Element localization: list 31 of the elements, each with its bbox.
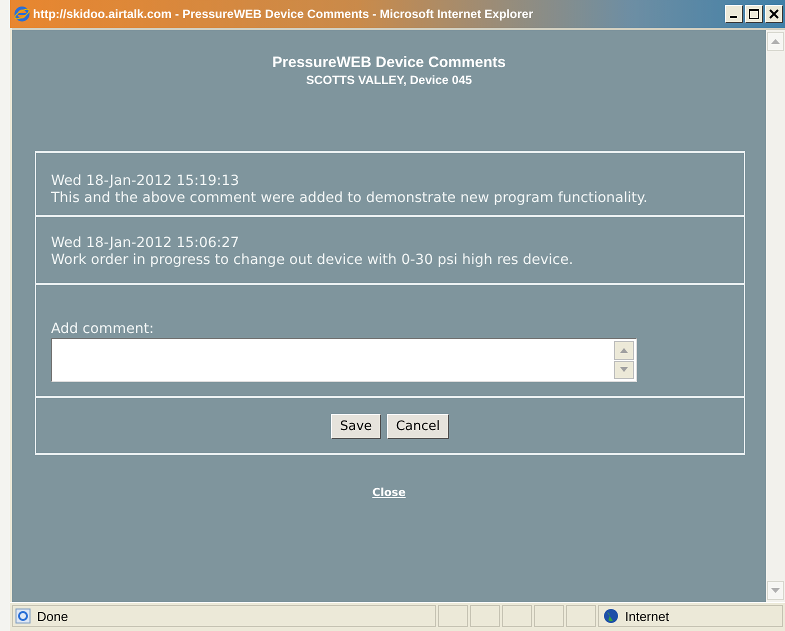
scroll-up-icon[interactable] bbox=[614, 341, 634, 360]
cancel-button[interactable]: Cancel bbox=[386, 414, 449, 439]
status-pane bbox=[534, 605, 564, 627]
comment-timestamp: Wed 18-Jan-2012 15:19:13 bbox=[51, 173, 240, 190]
scroll-up-icon[interactable] bbox=[767, 32, 784, 51]
browser-icon bbox=[14, 6, 30, 22]
comment-text: This and the above comment were added to demonstrate new program functionality. bbox=[51, 190, 649, 207]
page-icon bbox=[15, 608, 31, 624]
close-button[interactable] bbox=[765, 5, 783, 23]
status-pane bbox=[566, 605, 596, 627]
scroll-down-icon[interactable] bbox=[767, 581, 784, 600]
maximize-button[interactable] bbox=[745, 5, 763, 23]
globe-icon bbox=[603, 608, 619, 624]
comment-text: Work order in progress to change out device with 0-30 psi high res device. bbox=[51, 252, 574, 269]
scrollbar[interactable] bbox=[766, 30, 785, 602]
maximize-icon bbox=[749, 9, 759, 19]
zone-text: Internet bbox=[625, 608, 670, 624]
save-button[interactable]: Save bbox=[331, 414, 381, 439]
comment-input[interactable] bbox=[51, 338, 637, 382]
scroll-down-icon[interactable] bbox=[614, 360, 634, 379]
field-label: Add comment: bbox=[51, 321, 155, 338]
status-pane bbox=[470, 605, 500, 627]
window-title: http://skidoo.airtalk.com - PressureWEB Device Comments - Microsoft Internet Explorer bbox=[33, 7, 534, 21]
close-icon bbox=[769, 9, 779, 19]
status-pane bbox=[502, 605, 532, 627]
status-text: Done bbox=[37, 608, 68, 624]
page-heading: PressureWEB Device Comments bbox=[272, 54, 506, 71]
minimize-button[interactable] bbox=[725, 5, 743, 23]
comment-timestamp: Wed 18-Jan-2012 15:06:27 bbox=[51, 235, 240, 252]
status-pane bbox=[438, 605, 468, 627]
page-subheading: SCOTTS VALLEY, Device 045 bbox=[306, 73, 472, 87]
